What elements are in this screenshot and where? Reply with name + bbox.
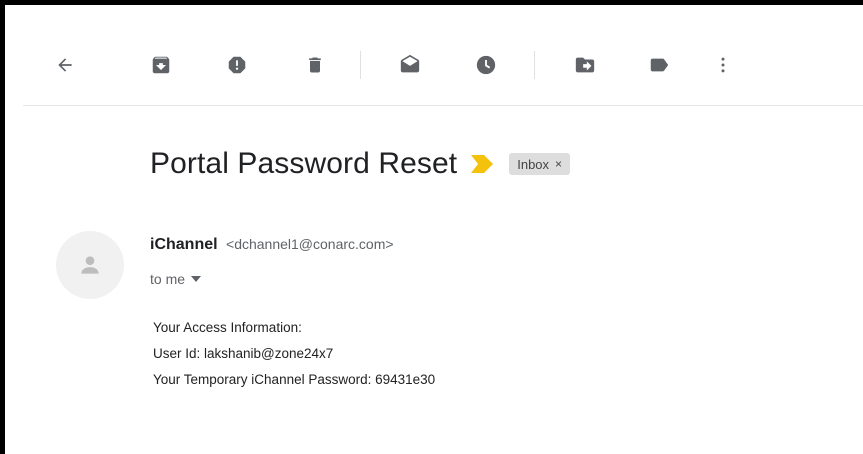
remove-label-icon[interactable]: × <box>555 157 562 171</box>
sender-line: iChannel <dchannel1@conarc.com> <box>150 236 394 254</box>
recipient-details-toggle[interactable]: to me <box>150 271 202 287</box>
back-button[interactable] <box>51 51 79 79</box>
inbox-label-chip[interactable]: Inbox × <box>509 153 571 175</box>
archive-button[interactable] <box>147 51 175 79</box>
toolbar-divider <box>360 51 361 79</box>
message-toolbar <box>23 17 863 106</box>
labels-button[interactable] <box>645 51 673 79</box>
body-line: Your Access Information: <box>153 320 302 335</box>
importance-marker[interactable] <box>471 154 494 174</box>
mark-unread-button[interactable] <box>396 51 424 79</box>
report-spam-button[interactable] <box>223 51 251 79</box>
toolbar-divider <box>534 51 535 79</box>
body-line: User Id: lakshanib@zone24x7 <box>153 346 334 361</box>
move-to-icon <box>575 57 595 73</box>
delete-icon <box>309 57 321 73</box>
email-subject: Portal Password Reset <box>150 147 458 180</box>
delete-button[interactable] <box>301 51 329 79</box>
back-arrow-icon <box>58 58 72 72</box>
archive-icon <box>152 56 170 74</box>
importance-marker-icon <box>471 155 494 173</box>
label-chip-text: Inbox <box>517 156 550 172</box>
snooze-button[interactable] <box>472 51 500 79</box>
label-icon <box>650 58 669 72</box>
mark-unread-icon <box>400 54 420 73</box>
person-icon <box>81 256 99 274</box>
recipient-text: to me <box>150 271 186 287</box>
caret-down-icon <box>191 276 202 282</box>
email-body: Your Access Information: User Id: laksha… <box>153 315 435 393</box>
body-line: Your Temporary iChannel Password: 69431e… <box>153 372 436 387</box>
report-spam-icon <box>228 56 246 74</box>
avatar <box>56 231 124 299</box>
move-to-button[interactable] <box>571 51 599 79</box>
email-view: Portal Password Reset Inbox × iChannel <… <box>0 0 863 454</box>
snooze-icon <box>476 55 496 75</box>
more-vert-icon <box>721 57 725 73</box>
more-options-button[interactable] <box>709 51 737 79</box>
sender-email: <dchannel1@conarc.com> <box>226 236 394 252</box>
sender-name[interactable]: iChannel <box>150 236 218 253</box>
subject-row: Portal Password Reset Inbox × <box>150 142 571 186</box>
